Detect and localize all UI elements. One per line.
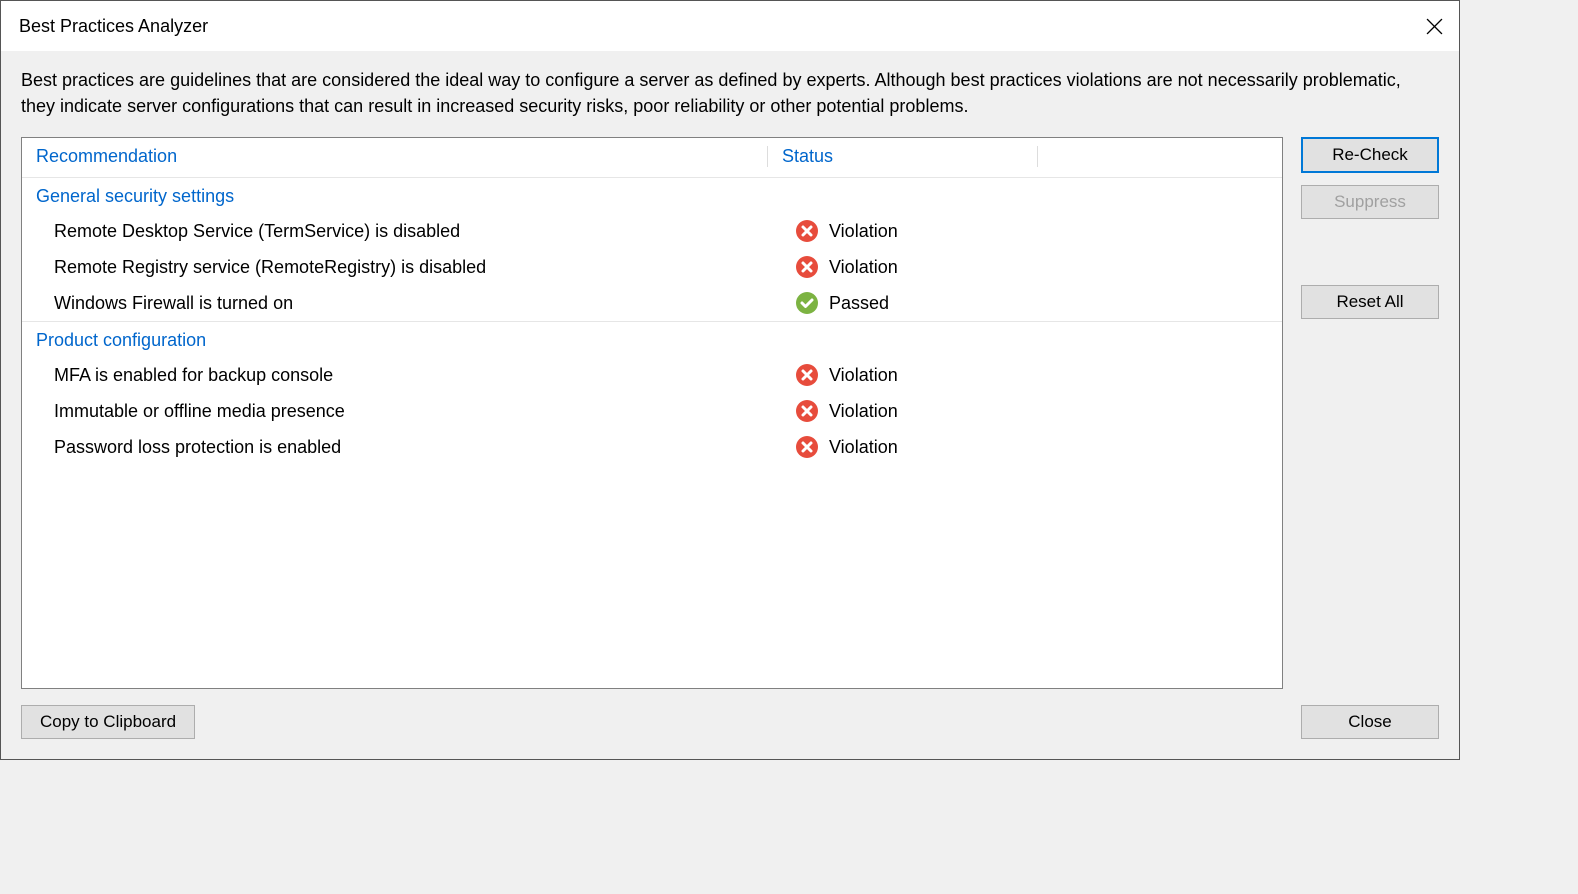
- recommendation-text: Password loss protection is enabled: [32, 437, 767, 458]
- section-header: Product configuration: [22, 321, 1282, 357]
- recommendation-text: MFA is enabled for backup console: [32, 365, 767, 386]
- reset-all-button[interactable]: Reset All: [1301, 285, 1439, 319]
- table-row[interactable]: Immutable or offline media presence Viol…: [22, 393, 1282, 429]
- violation-icon: [795, 255, 819, 279]
- status-text: Passed: [829, 293, 889, 314]
- dialog-content: Best practices are guidelines that are c…: [1, 51, 1459, 759]
- passed-icon: [795, 291, 819, 315]
- grid-header: Recommendation Status: [22, 138, 1282, 177]
- violation-icon: [795, 399, 819, 423]
- table-row[interactable]: MFA is enabled for backup console Violat…: [22, 357, 1282, 393]
- recommendation-text: Remote Registry service (RemoteRegistry)…: [32, 257, 767, 278]
- close-icon[interactable]: [1409, 1, 1459, 51]
- recheck-button[interactable]: Re-Check: [1301, 137, 1439, 173]
- suppress-button: Suppress: [1301, 185, 1439, 219]
- footer: Copy to Clipboard Close: [21, 705, 1439, 739]
- violation-icon: [795, 363, 819, 387]
- description-text: Best practices are guidelines that are c…: [21, 67, 1439, 119]
- dialog-title: Best Practices Analyzer: [19, 16, 208, 37]
- copy-to-clipboard-button[interactable]: Copy to Clipboard: [21, 705, 195, 739]
- dialog-window: Best Practices Analyzer Best practices a…: [0, 0, 1460, 760]
- violation-icon: [795, 435, 819, 459]
- table-row[interactable]: Remote Registry service (RemoteRegistry)…: [22, 249, 1282, 285]
- status-text: Violation: [829, 221, 898, 242]
- close-button[interactable]: Close: [1301, 705, 1439, 739]
- status-text: Violation: [829, 437, 898, 458]
- table-row[interactable]: Remote Desktop Service (TermService) is …: [22, 213, 1282, 249]
- side-buttons: Re-Check Suppress Reset All: [1301, 137, 1439, 689]
- recommendation-text: Windows Firewall is turned on: [32, 293, 767, 314]
- status-text: Violation: [829, 257, 898, 278]
- status-text: Violation: [829, 401, 898, 422]
- recommendation-text: Immutable or offline media presence: [32, 401, 767, 422]
- recommendation-text: Remote Desktop Service (TermService) is …: [32, 221, 767, 242]
- table-row[interactable]: Password loss protection is enabled Viol…: [22, 429, 1282, 465]
- violation-icon: [795, 219, 819, 243]
- section-header: General security settings: [22, 177, 1282, 213]
- status-text: Violation: [829, 365, 898, 386]
- titlebar: Best Practices Analyzer: [1, 1, 1459, 51]
- results-grid[interactable]: Recommendation Status General security s…: [21, 137, 1283, 689]
- column-header-spacer: [1037, 146, 1272, 167]
- table-row[interactable]: Windows Firewall is turned on Passed: [22, 285, 1282, 321]
- column-header-status[interactable]: Status: [767, 146, 1037, 167]
- column-header-recommendation[interactable]: Recommendation: [32, 146, 767, 167]
